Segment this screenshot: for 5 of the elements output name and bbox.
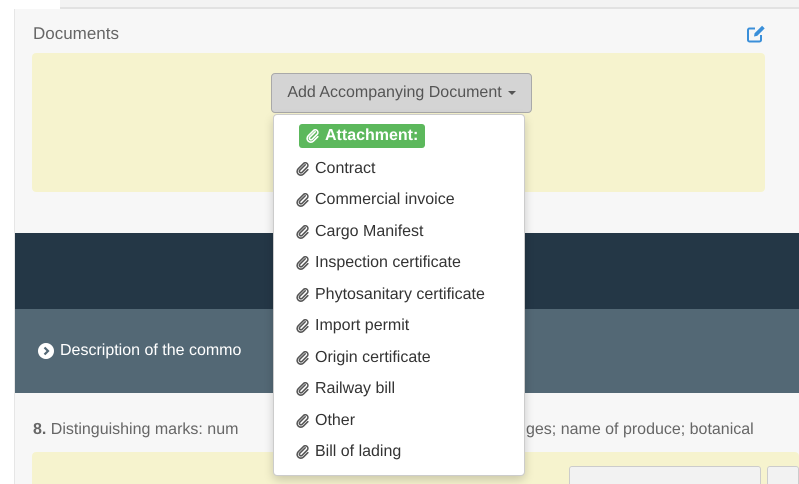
attachment-label: Attachment:: [299, 124, 426, 148]
section-title: Documents: [33, 24, 119, 44]
field-label: ges; name of produce; botanical: [526, 421, 754, 440]
section-title: Description of the commo: [60, 342, 242, 360]
field-label: 8. Distinguishing marks: num: [33, 421, 240, 440]
